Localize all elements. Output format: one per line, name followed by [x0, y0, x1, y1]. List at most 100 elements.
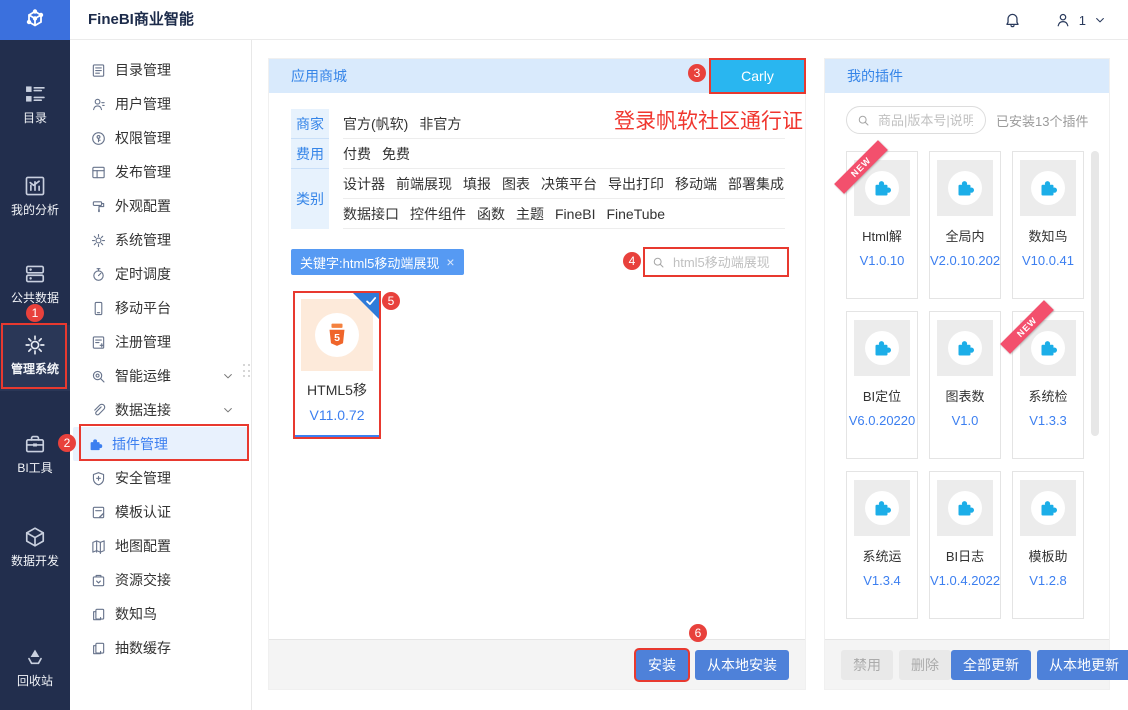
menu-item-copy[interactable]: 抽数缓存	[73, 631, 248, 665]
menu-item-label: 权限管理	[115, 130, 171, 146]
store-search-input[interactable]	[671, 253, 780, 271]
chevron-down-icon[interactable]	[1094, 14, 1106, 26]
plugin-version: V2.0.10.202	[930, 253, 1000, 268]
filter-option[interactable]: 导出打印	[608, 174, 664, 194]
installed-plugin-card[interactable]: BI定位 V6.0.20220	[846, 311, 918, 459]
store-plugin-card[interactable]: 5 HTML5移 V11.0.72	[293, 291, 381, 439]
menu-item-gear[interactable]: 系统管理	[73, 223, 248, 257]
left-nav-toolbox[interactable]: BI工具	[0, 425, 70, 476]
menu-item-timer[interactable]: 定时调度	[73, 257, 248, 291]
filter-option[interactable]: 图表	[502, 174, 530, 194]
menu-item-appearance[interactable]: 外观配置	[73, 189, 248, 223]
finebi-logo[interactable]	[0, 0, 70, 40]
menu-item-user[interactable]: 用户管理	[73, 87, 248, 121]
disable-plugin-button[interactable]: 禁用	[841, 649, 893, 680]
plugin-name: 全局内	[945, 229, 985, 244]
menu-item-mobile[interactable]: 移动平台	[73, 291, 248, 325]
filter-option[interactable]: 前端展现	[396, 174, 452, 194]
toolbox-icon	[25, 435, 45, 453]
my-plugins-header: 我的插件	[825, 59, 1109, 93]
install-local-button[interactable]: 从本地安装	[695, 649, 789, 680]
app-store-panel: 应用商城 Carly 登录帆软社区通行证 商家 费用 类别 官方(帆软) 非官方 付费免…	[268, 58, 806, 690]
sidebar-resize-handle[interactable]	[243, 364, 251, 378]
gear-icon	[25, 335, 45, 355]
menu-item-clip[interactable]: 数据连接	[73, 393, 248, 427]
user-icon[interactable]	[1055, 12, 1071, 28]
analysis-icon	[25, 176, 45, 196]
puzzlefill-icon	[875, 341, 891, 356]
filter-option[interactable]: 控件组件	[410, 204, 466, 224]
permission-icon	[92, 131, 105, 145]
installed-plugin-card[interactable]: 模板助 V1.2.8	[1012, 471, 1084, 619]
puzzlefill-icon	[1041, 501, 1057, 516]
menu-item-label: 定时调度	[115, 266, 171, 282]
filter-option[interactable]: 部署集成	[728, 174, 784, 194]
cube-icon	[25, 527, 45, 547]
filter-option[interactable]: 非官方	[419, 114, 461, 134]
filter-option[interactable]: 函数	[477, 204, 505, 224]
my-plugins-scrollbar[interactable]	[1091, 151, 1099, 436]
menu-item-permission[interactable]: 权限管理	[73, 121, 248, 155]
menu-item-publish[interactable]: 发布管理	[73, 155, 248, 189]
installed-plugin-card[interactable]: 图表数 V1.0	[929, 311, 1001, 459]
left-nav-recycle[interactable]: 回收站	[0, 638, 70, 689]
filter-option[interactable]: 免费	[382, 144, 410, 164]
installed-plugin-card[interactable]: 数知鸟 V10.0.41	[1012, 151, 1084, 299]
filter-option[interactable]: 付费	[343, 144, 371, 164]
filter-option[interactable]: 数据接口	[343, 204, 399, 224]
installed-plugin-card[interactable]: 全局内 V2.0.10.202	[929, 151, 1001, 299]
my-plugins-search-box	[846, 106, 986, 134]
filter-option[interactable]: 官方(帆软)	[343, 114, 408, 134]
menu-item-puzzle[interactable]: 插件管理	[73, 427, 248, 461]
user-count: 1	[1078, 12, 1086, 28]
timer-icon	[93, 267, 104, 281]
filter-option[interactable]: 主题	[516, 204, 544, 224]
plugin-version: V11.0.72	[309, 407, 365, 423]
keyword-tag-remove-icon[interactable]: ×	[446, 255, 454, 269]
installed-plugin-card[interactable]: NEW 系统检 V1.3.3	[1000, 300, 1084, 459]
menu-item-doclist[interactable]: 目录管理	[73, 53, 248, 87]
left-nav-analysis[interactable]: 我的分析	[0, 167, 70, 218]
filter-option-row: 官方(帆软) 非官方	[343, 109, 785, 139]
filter-option[interactable]: 填报	[463, 174, 491, 194]
catalog-icon	[26, 86, 45, 102]
filter-option[interactable]: FineBI	[555, 206, 595, 222]
filter-group-label[interactable]: 费用	[291, 139, 329, 169]
installed-plugin-card[interactable]: 系统运 V1.3.4	[846, 471, 918, 619]
left-nav-database[interactable]: 公共数据	[0, 255, 70, 306]
doclist-icon	[92, 63, 105, 77]
menu-item-template[interactable]: 模板认证	[73, 495, 248, 529]
filter-group-label[interactable]: 商家	[291, 109, 329, 139]
update-local-button[interactable]: 从本地更新	[1037, 649, 1128, 680]
left-nav-gear[interactable]: 管理系统	[0, 325, 70, 391]
menu-item-label: 外观配置	[115, 198, 171, 214]
menu-item-label: 目录管理	[115, 62, 171, 78]
menu-item-shield[interactable]: 安全管理	[73, 461, 248, 495]
install-button[interactable]: 安装	[636, 649, 688, 680]
installed-plugin-card[interactable]: NEW Html解 V1.0.10	[834, 140, 918, 299]
filter-option[interactable]: 移动端	[675, 174, 717, 194]
installed-plugin-card[interactable]: BI日志 V1.0.4.2022	[929, 471, 1001, 619]
menu-item-copy[interactable]: 数知鸟	[73, 597, 248, 631]
filter-group-label[interactable]: 类别	[291, 169, 329, 229]
delete-plugin-button[interactable]: 删除	[899, 649, 951, 680]
filter-option[interactable]: 决策平台	[541, 174, 597, 194]
filter-option[interactable]: FineTube	[606, 206, 665, 222]
admin-menu: 目录管理用户管理权限管理发布管理外观配置系统管理定时调度移动平台 注册管理 智能运维…	[70, 40, 252, 710]
left-nav-catalog[interactable]: 目录	[0, 75, 70, 126]
bell-icon[interactable]	[1004, 12, 1021, 29]
community-login-button[interactable]: Carly	[709, 58, 806, 94]
left-nav-cube[interactable]: 数据开发	[0, 518, 70, 569]
menu-item-map[interactable]: 地图配置	[73, 529, 248, 563]
my-plugins-search-input[interactable]	[876, 111, 975, 129]
menu-item-ops[interactable]: 智能运维	[73, 359, 248, 393]
menu-item-label: 发布管理	[115, 164, 171, 180]
annotation-badge-3: 3	[688, 64, 706, 82]
user-icon	[93, 98, 105, 110]
plugin-version: V1.0.4.2022	[930, 573, 1000, 588]
filter-option[interactable]: 设计器	[343, 174, 385, 194]
html5-icon: 5	[329, 323, 345, 346]
menu-item-register[interactable]: 注册管理	[73, 325, 248, 359]
menu-item-resource[interactable]: 资源交接	[73, 563, 248, 597]
update-all-button[interactable]: 全部更新	[951, 649, 1031, 680]
